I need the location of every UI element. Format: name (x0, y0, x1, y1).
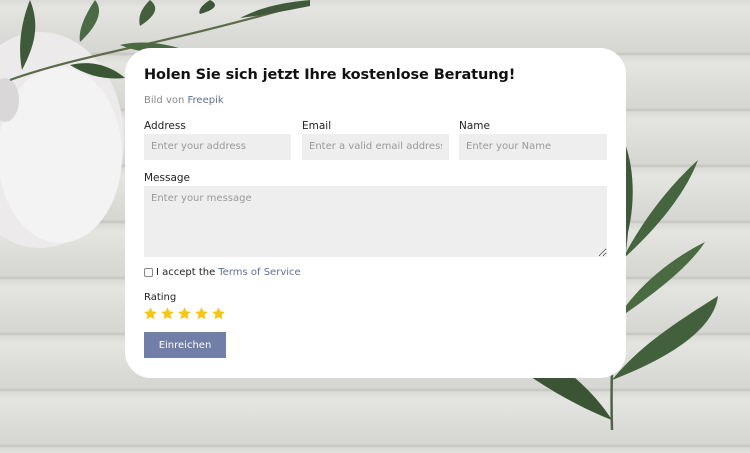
name-input[interactable] (459, 134, 607, 160)
rating-stars (143, 306, 226, 321)
message-textarea[interactable] (144, 186, 607, 257)
image-credit: Bild von Freepik (144, 95, 224, 106)
terms-row: I accept the Terms of Service (144, 267, 301, 278)
star-icon[interactable] (160, 306, 175, 321)
consultation-form-card: Holen Sie sich jetzt Ihre kostenlose Ber… (125, 48, 626, 378)
form-title: Holen Sie sich jetzt Ihre kostenlose Ber… (144, 67, 516, 83)
accept-terms-checkbox[interactable] (144, 268, 153, 277)
terms-of-service-link[interactable]: Terms of Service (218, 267, 300, 278)
credit-prefix: Bild von (144, 95, 185, 106)
name-label: Name (459, 120, 490, 132)
rating-label: Rating (144, 292, 177, 303)
star-icon[interactable] (211, 306, 226, 321)
accept-text: I accept the (156, 267, 216, 278)
star-icon[interactable] (177, 306, 192, 321)
message-label: Message (144, 172, 191, 184)
freepik-link[interactable]: Freepik (188, 95, 224, 106)
star-icon[interactable] (143, 306, 158, 321)
email-input[interactable] (302, 134, 449, 160)
submit-button[interactable]: Einreichen (144, 332, 226, 358)
address-label: Address (144, 120, 186, 132)
email-label: Email (302, 120, 332, 132)
star-icon[interactable] (194, 306, 209, 321)
address-input[interactable] (144, 134, 291, 160)
